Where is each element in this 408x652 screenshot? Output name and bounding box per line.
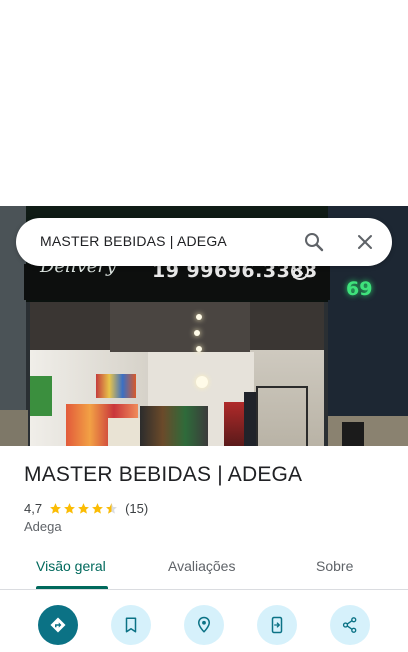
tab-reviews[interactable]: Avaliações	[168, 558, 235, 574]
blank-area	[0, 0, 408, 206]
save-button[interactable]	[111, 605, 151, 645]
tab-overview[interactable]: Visão geral	[36, 558, 106, 574]
star-icon	[78, 502, 89, 514]
rating-value: 4,7	[24, 500, 43, 516]
star-icon	[50, 502, 61, 514]
place-title: MASTER BEBIDAS | ADEGA	[24, 463, 303, 486]
rating-row[interactable]: 4,7 (15)	[24, 499, 148, 517]
star-rating	[49, 502, 119, 515]
directions-button[interactable]	[38, 605, 78, 645]
nearby-button[interactable]	[184, 605, 224, 645]
star-icon	[92, 502, 103, 514]
nearby-icon	[197, 616, 211, 633]
search-bar[interactable]: MASTER BEBIDAS | ADEGA	[16, 218, 392, 266]
search-query[interactable]: MASTER BEBIDAS | ADEGA	[40, 233, 227, 249]
search-icon[interactable]	[302, 230, 326, 254]
share-icon	[342, 617, 357, 633]
neon-number: 69	[346, 278, 373, 300]
tab-divider	[0, 589, 408, 590]
star-icon	[64, 502, 75, 514]
close-icon[interactable]	[353, 230, 377, 254]
place-category: Adega	[24, 519, 62, 534]
bookmark-icon	[125, 617, 137, 633]
send-to-phone-icon	[271, 616, 283, 634]
star-half-icon	[106, 502, 117, 514]
directions-icon	[50, 617, 66, 633]
share-button[interactable]	[330, 605, 370, 645]
review-count[interactable]: (15)	[125, 501, 148, 516]
send-to-phone-button[interactable]	[257, 605, 297, 645]
tab-about[interactable]: Sobre	[316, 558, 353, 574]
